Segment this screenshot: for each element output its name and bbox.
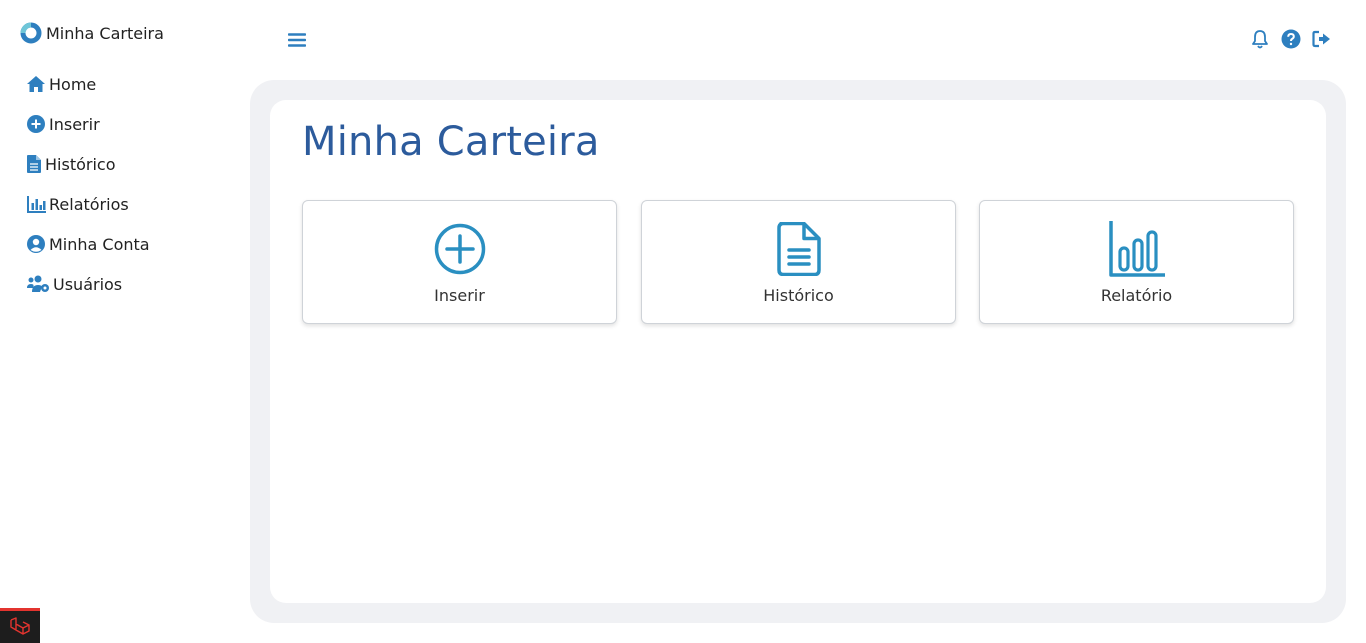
logo-icon xyxy=(20,22,42,44)
sidebar-nav: Home Inserir Histórico Relatórios Minha … xyxy=(26,64,150,304)
content-area: Minha Carteira Inserir Histórico Relatór… xyxy=(250,80,1346,623)
sidebar-item-label: Inserir xyxy=(49,114,100,134)
laravel-icon xyxy=(10,617,30,635)
home-icon xyxy=(26,74,46,94)
sidebar-item-label: Home xyxy=(49,74,97,94)
plus-circle-icon xyxy=(430,219,490,279)
user-circle-icon xyxy=(26,234,46,254)
sidebar-item-usuarios[interactable]: Usuários xyxy=(26,264,150,304)
sidebar: Minha Carteira Home Inserir Histórico Re… xyxy=(0,0,250,643)
tile-inserir[interactable]: Inserir xyxy=(302,200,617,324)
logout-icon[interactable] xyxy=(1312,29,1332,49)
sidebar-item-minha-conta[interactable]: Minha Conta xyxy=(26,224,150,264)
hamburger-icon[interactable] xyxy=(287,31,307,49)
sidebar-item-label: Usuários xyxy=(53,274,123,294)
topbar-actions xyxy=(1250,29,1332,49)
users-cog-icon xyxy=(26,274,50,294)
sidebar-item-relatorios[interactable]: Relatórios xyxy=(26,184,150,224)
dashboard-card: Minha Carteira Inserir Histórico Relatór… xyxy=(270,100,1326,603)
sidebar-item-label: Histórico xyxy=(45,154,116,174)
page-title: Minha Carteira xyxy=(302,119,600,165)
help-icon[interactable] xyxy=(1281,29,1301,49)
bell-icon[interactable] xyxy=(1250,29,1270,49)
sidebar-item-label: Relatórios xyxy=(49,194,129,214)
topbar xyxy=(250,0,1366,80)
tile-label: Histórico xyxy=(763,286,834,305)
file-icon xyxy=(26,154,42,174)
sidebar-item-historico[interactable]: Histórico xyxy=(26,144,150,184)
bar-chart-icon xyxy=(26,194,46,214)
laravel-debugbar-badge[interactable] xyxy=(0,608,40,643)
tile-historico[interactable]: Histórico xyxy=(641,200,956,324)
bar-chart-icon xyxy=(1107,219,1167,279)
shortcut-tiles: Inserir Histórico Relatório xyxy=(302,200,1294,324)
tile-relatorio[interactable]: Relatório xyxy=(979,200,1294,324)
brand-title: Minha Carteira xyxy=(46,23,164,43)
sidebar-item-label: Minha Conta xyxy=(49,234,150,254)
tile-label: Inserir xyxy=(434,286,485,305)
file-icon xyxy=(769,219,829,279)
brand[interactable]: Minha Carteira xyxy=(20,21,164,45)
sidebar-item-home[interactable]: Home xyxy=(26,64,150,104)
sidebar-item-inserir[interactable]: Inserir xyxy=(26,104,150,144)
plus-circle-icon xyxy=(26,114,46,134)
tile-label: Relatório xyxy=(1100,286,1173,305)
